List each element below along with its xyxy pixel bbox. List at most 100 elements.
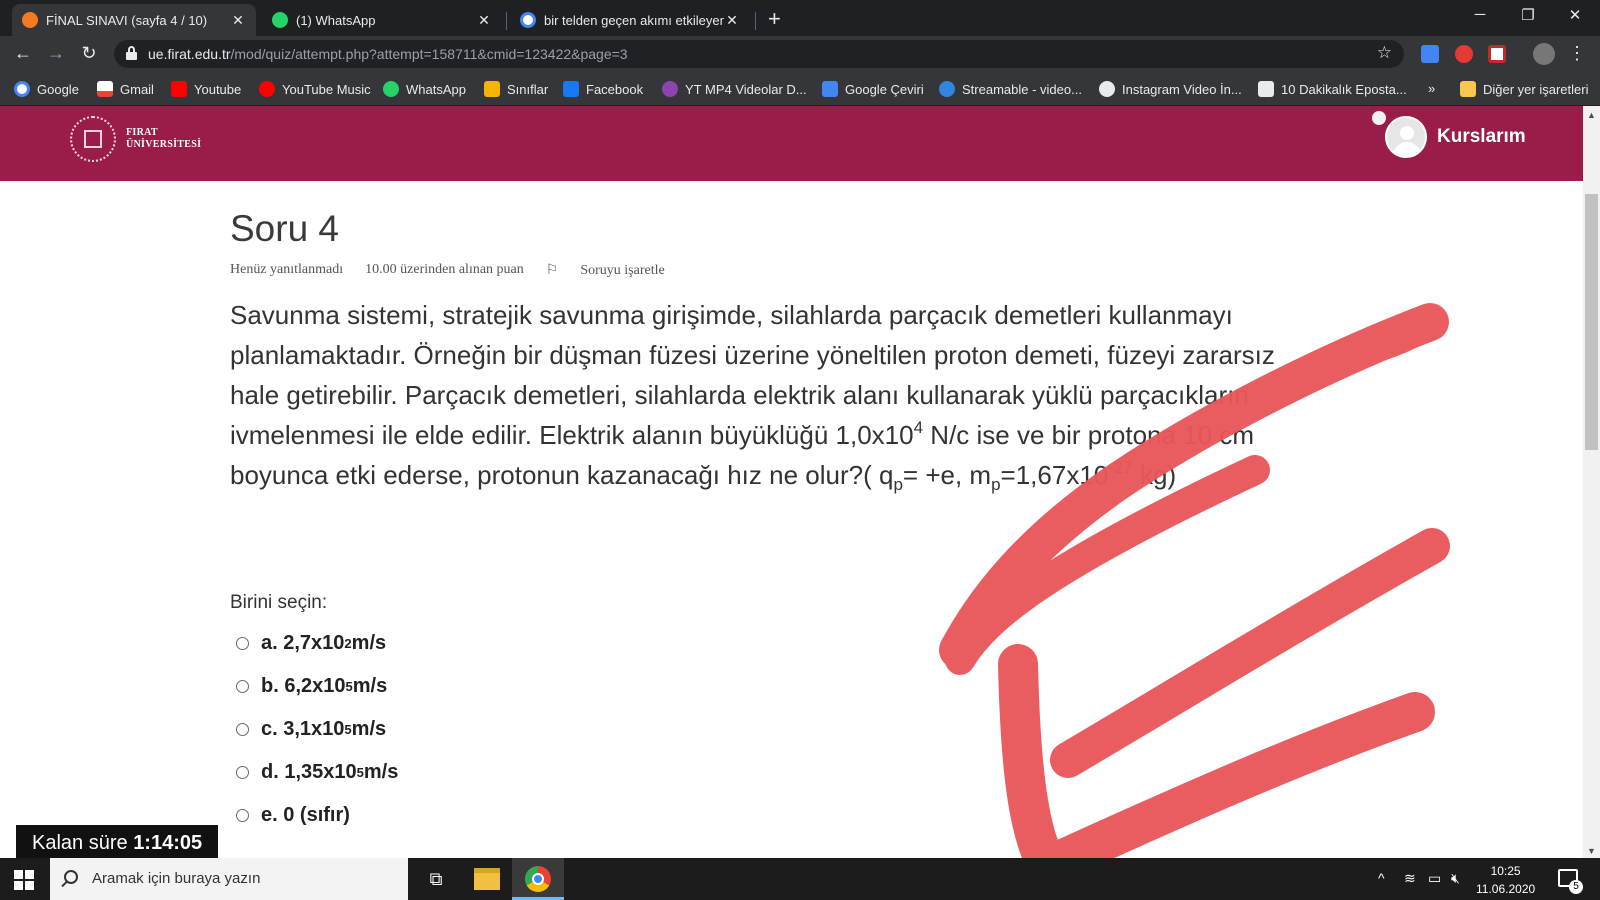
answer-option-a[interactable]: a. 2,7x10 2 m/s [236, 622, 398, 665]
bookmark-google[interactable]: Google [14, 81, 79, 97]
bookmarks-overflow-button[interactable]: » [1428, 81, 1435, 96]
question-title: Soru 4 [230, 208, 340, 249]
reload-icon[interactable]: ↻ [78, 43, 100, 64]
flag-question-link[interactable]: ⚐ Soruyu işaretle [546, 262, 687, 279]
site-header: FIRAT ÜNİVERSİTESİ Kurslarım [0, 106, 1583, 181]
menu-dots-icon[interactable]: ⋮ [1566, 43, 1588, 64]
whatsapp-icon [272, 12, 288, 28]
scrollbar-thumb[interactable] [1585, 194, 1598, 450]
restore-icon[interactable]: ❐ [1514, 6, 1542, 24]
lock-icon [126, 46, 137, 60]
profile-avatar-icon[interactable] [1533, 43, 1555, 65]
bookmark-youtube-music[interactable]: YouTube Music [259, 81, 371, 97]
classroom-icon [484, 81, 500, 97]
bookmark-facebook[interactable]: Facebook [563, 81, 643, 97]
google-icon [14, 81, 30, 97]
new-tab-icon[interactable]: + [768, 6, 781, 32]
address-bar[interactable]: ue.firat.edu.tr/mod/quiz/attempt.php?att… [114, 40, 1404, 68]
answer-option-e[interactable]: e. 0 (sıfır) [236, 794, 398, 837]
close-tab-icon[interactable]: ✕ [476, 12, 492, 29]
bookmark-star-icon[interactable]: ☆ [1377, 43, 1392, 63]
bookmark-gmail[interactable]: Gmail [97, 81, 154, 97]
browser-tab-bar: FİNAL SINAVI (sayfa 4 / 10) ✕ (1) WhatsA… [0, 0, 1600, 36]
bookmark-whatsapp[interactable]: WhatsApp [383, 81, 466, 97]
question-info: Henüz yanıtlanmadı 10.00 üzerinden alına… [230, 262, 709, 279]
question-status: Henüz yanıtlanmadı [230, 262, 344, 277]
back-icon[interactable]: ← [12, 43, 34, 64]
battery-icon[interactable]: ▭ [1428, 870, 1441, 887]
university-logo[interactable]: FIRAT ÜNİVERSİTESİ [70, 116, 201, 162]
tab-google-search[interactable]: bir telden geçen akımı etkileyenle ✕ [510, 4, 750, 36]
user-status-dot [1370, 109, 1388, 127]
flag-icon: ⚐ [545, 263, 559, 278]
url-text: ue.firat.edu.tr/mod/quiz/attempt.php?att… [148, 46, 628, 62]
ten-minute-mail-icon [1258, 81, 1274, 97]
bookmark-siniflar[interactable]: Sınıflar [484, 81, 548, 97]
bookmark-yt-mp4[interactable]: YT MP4 Videolar D... [662, 81, 807, 97]
answer-option-c[interactable]: c. 3,1x10 5 m/s [236, 708, 398, 751]
remaining-time-box: Kalan süre 1:14:05 [16, 825, 218, 859]
tab-divider [755, 12, 756, 30]
tab-final-sinavi[interactable]: FİNAL SINAVI (sayfa 4 / 10) ✕ [12, 4, 256, 36]
folder-icon [1460, 81, 1476, 97]
scribble-stroke [945, 455, 1270, 675]
answer-option-d[interactable]: d. 1,35x10 5 m/s [236, 751, 398, 794]
yt-mp4-icon [662, 81, 678, 97]
university-seal-icon [70, 116, 116, 162]
pocket-extension-icon[interactable] [1488, 45, 1506, 63]
youtube-music-icon [259, 81, 275, 97]
close-tab-icon[interactable]: ✕ [230, 12, 246, 29]
radio-button[interactable] [236, 680, 249, 693]
bookmark-streamable[interactable]: Streamable - video... [939, 81, 1082, 97]
moodle-icon [22, 12, 38, 28]
answer-options: a. 2,7x10 2 m/s b. 6,2x10 5 m/s c. 3,1x10 5… [236, 622, 398, 837]
chrome-taskbar-button[interactable] [512, 858, 564, 900]
wifi-icon[interactable]: ≋ [1404, 870, 1416, 887]
whatsapp-icon [383, 81, 399, 97]
minimize-icon[interactable]: ─ [1466, 6, 1494, 23]
youtube-icon [171, 81, 187, 97]
other-bookmarks-folder[interactable]: Diğer yer işaretleri [1460, 81, 1588, 97]
question-text: Savunma sistemi, stratejik savunma giriş… [230, 300, 1275, 494]
page-scrollbar[interactable]: ▲ ▼ [1583, 106, 1600, 858]
scroll-up-arrow-icon[interactable]: ▲ [1587, 110, 1596, 120]
scroll-down-arrow-icon[interactable]: ▼ [1587, 846, 1596, 856]
user-avatar[interactable] [1385, 116, 1427, 158]
taskbar-search-box[interactable]: Aramak için buraya yazın [50, 858, 408, 900]
google-icon [520, 12, 536, 28]
adblock-extension-icon[interactable] [1455, 45, 1473, 63]
courses-menu-link[interactable]: Kurslarım [1437, 126, 1526, 148]
answer-option-b[interactable]: b. 6,2x10 5 m/s [236, 665, 398, 708]
streamable-icon [939, 81, 955, 97]
search-icon [64, 870, 78, 884]
forward-icon[interactable]: → [45, 43, 67, 64]
scribble-stroke [998, 644, 1068, 886]
radio-button[interactable] [236, 637, 249, 650]
scribble-stroke [1028, 692, 1435, 886]
chrome-icon [525, 866, 551, 892]
bookmark-instagram-video[interactable]: Instagram Video İn... [1099, 81, 1242, 97]
globe-icon [1099, 81, 1115, 97]
taskbar-clock[interactable]: 10:25 11.06.2020 [1476, 862, 1535, 898]
bookmark-youtube[interactable]: Youtube [171, 81, 241, 97]
close-tab-icon[interactable]: ✕ [724, 12, 740, 29]
translate-icon [822, 81, 838, 97]
translate-extension-icon[interactable] [1421, 45, 1439, 63]
windows-start-icon[interactable] [14, 870, 34, 890]
close-window-icon[interactable]: ✕ [1561, 6, 1589, 24]
radio-button[interactable] [236, 723, 249, 736]
tray-chevron-icon[interactable]: ^ [1378, 870, 1385, 886]
task-view-icon[interactable]: ⧉ [423, 866, 449, 892]
radio-button[interactable] [236, 766, 249, 779]
tab-whatsapp[interactable]: (1) WhatsApp ✕ [262, 4, 502, 36]
speaker-muted-icon[interactable]: 🔇︎ [1451, 870, 1460, 887]
facebook-icon [563, 81, 579, 97]
bookmark-10-dakika[interactable]: 10 Dakikalık Eposta... [1258, 81, 1407, 97]
gmail-icon [97, 81, 113, 97]
remaining-time-value: 1:14:05 [133, 832, 203, 854]
bookmark-google-ceviri[interactable]: Google Çeviri [822, 81, 924, 97]
tab-divider [506, 12, 507, 30]
radio-button[interactable] [236, 809, 249, 822]
file-explorer-icon[interactable] [474, 868, 500, 890]
question-points: 10.00 üzerinden alınan puan [365, 262, 524, 277]
